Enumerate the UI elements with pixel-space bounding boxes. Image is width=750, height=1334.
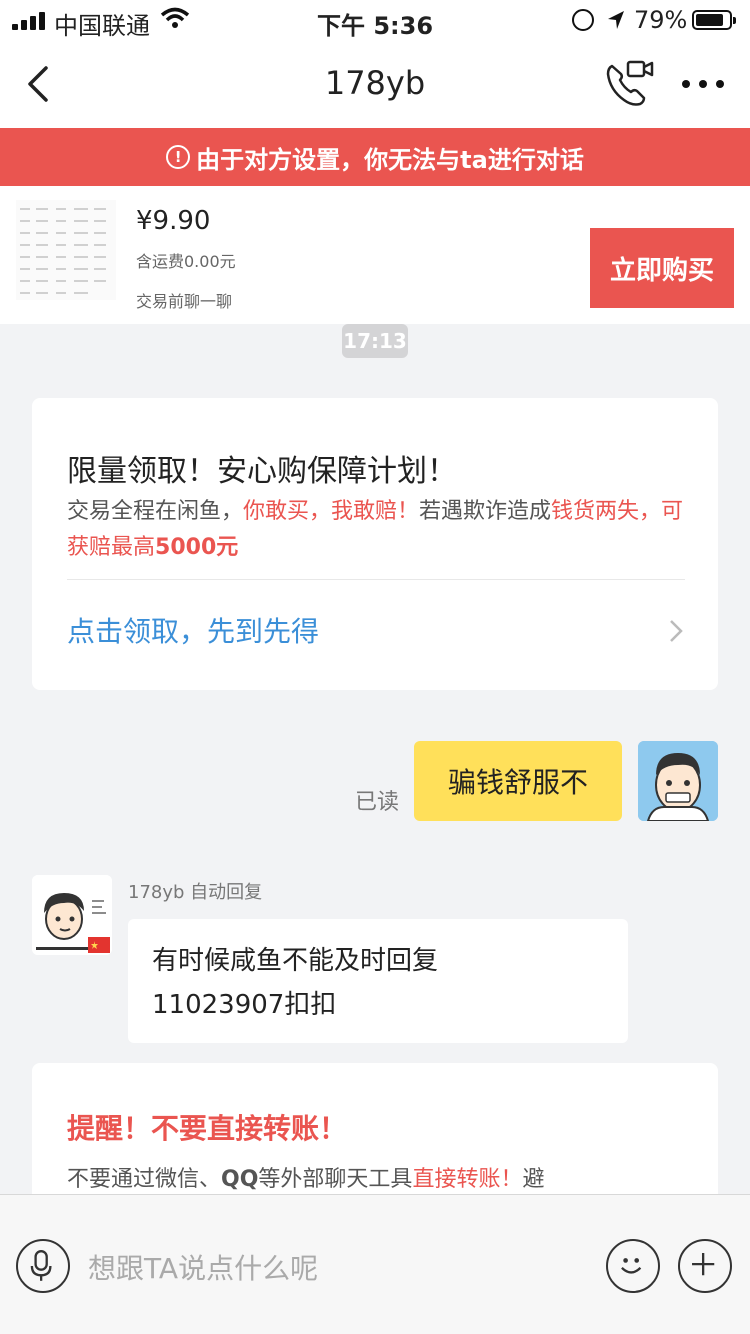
location-icon — [608, 11, 624, 29]
video-call-icon[interactable] — [604, 58, 656, 110]
buy-now-button[interactable]: 立即购买 — [590, 228, 734, 308]
orientation-lock-icon — [572, 9, 594, 31]
reminder-body: 不要通过微信、QQ等外部聊天工具直接转账！避 — [67, 1167, 545, 1192]
contact-message-bubble[interactable]: 有时候咸鱼不能及时回复 11023907扣扣 — [128, 919, 628, 1043]
reminder-title: 提醒！不要直接转账！ — [67, 1112, 348, 1145]
nav-bar: 178yb — [0, 40, 750, 128]
claim-link[interactable]: 点击领取，先到先得 — [67, 610, 319, 650]
product-chat-hint: 交易前聊一聊 — [136, 292, 233, 311]
microphone-icon[interactable] — [16, 1239, 70, 1293]
restriction-text: 由于对方设置，你无法与ta进行对话 — [196, 145, 584, 174]
product-price: ¥9.90 — [136, 206, 211, 236]
chevron-right-icon[interactable] — [668, 618, 684, 644]
message-input[interactable]: 想跟TA说点什么呢 — [88, 1249, 588, 1289]
my-message-bubble[interactable]: 骗钱舒服不 — [414, 741, 622, 821]
read-receipt: 已读 — [355, 790, 400, 815]
battery-percent: 79% — [634, 6, 688, 34]
emoji-icon[interactable] — [606, 1239, 660, 1293]
alert-icon: ! — [166, 145, 191, 169]
restriction-banner: ! 由于对方设置，你无法与ta进行对话 — [0, 128, 750, 186]
battery-icon — [692, 10, 736, 30]
divider — [67, 579, 685, 580]
guarantee-body: 交易全程在闲鱼，你敢买，我敢赔！若遇欺诈造成钱货两失，可获赔最高5000元 — [67, 499, 684, 560]
sender-name: 178yb 自动回复 — [128, 882, 263, 903]
message-timestamp: 17:13 — [342, 324, 408, 358]
contact-avatar[interactable] — [32, 875, 112, 955]
product-strip[interactable]: ¥9.90 含运费0.00元 交易前聊一聊 立即购买 — [0, 186, 750, 324]
status-bar: 中国联通 下午 5:36 79% — [0, 0, 750, 40]
my-avatar[interactable] — [638, 741, 718, 821]
input-bar: 想跟TA说点什么呢 — [0, 1194, 750, 1334]
message-line: 11023907扣扣 — [152, 990, 337, 1020]
product-thumbnail[interactable] — [16, 200, 116, 300]
guarantee-card: 限量领取！安心购保障计划！ 交易全程在闲鱼，你敢买，我敢赔！若遇欺诈造成钱货两失… — [32, 398, 718, 690]
more-icon[interactable] — [682, 80, 724, 90]
product-shipping: 含运费0.00元 — [136, 252, 236, 271]
guarantee-title: 限量领取！安心购保障计划！ — [67, 454, 457, 489]
plus-icon[interactable] — [678, 1239, 732, 1293]
message-line: 有时候咸鱼不能及时回复 — [152, 946, 439, 976]
